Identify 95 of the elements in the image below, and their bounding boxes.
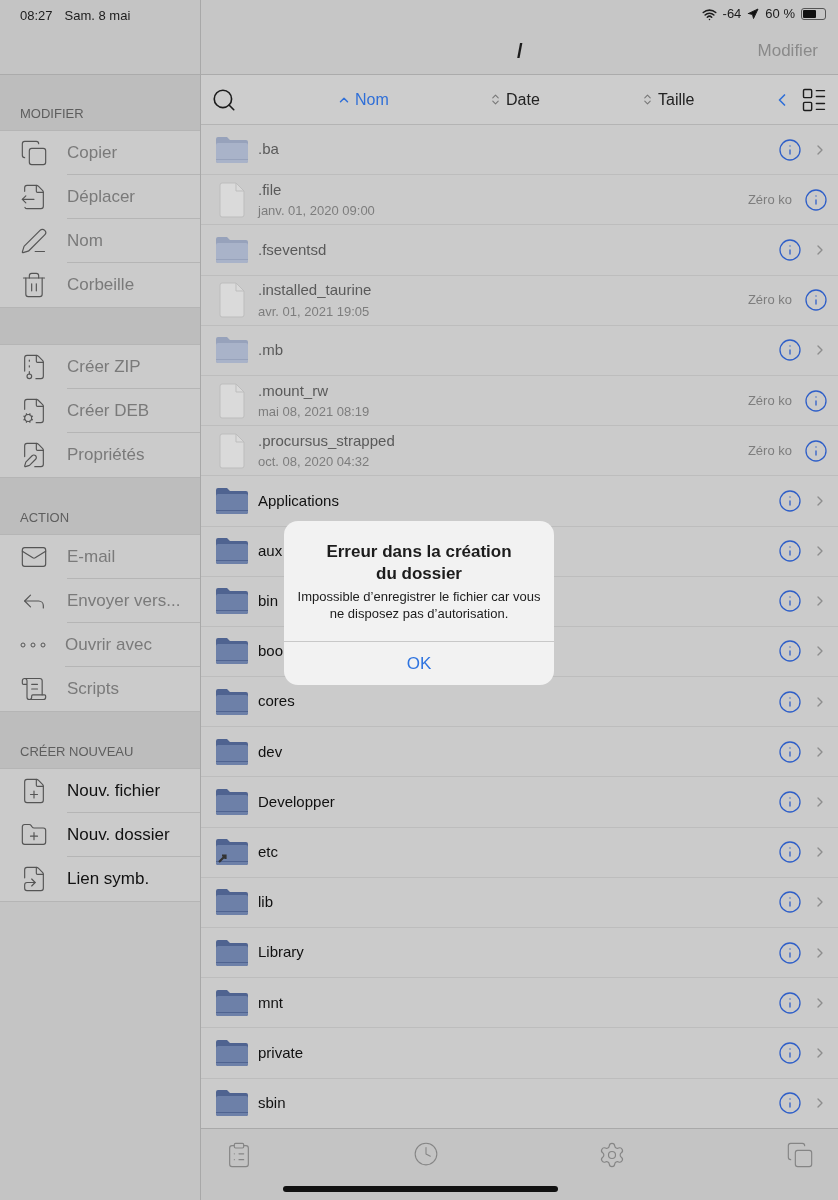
- file-name: dev: [258, 741, 283, 762]
- file-name: .mb: [258, 340, 283, 361]
- sort-tab[interactable]: Date: [489, 87, 599, 112]
- info-icon[interactable]: [778, 237, 802, 262]
- file-row[interactable]: Developper: [201, 777, 838, 828]
- info-icon[interactable]: [778, 689, 802, 714]
- pen-icon: [20, 227, 48, 255]
- file-icon: [218, 382, 246, 419]
- file-name: .fseventsd: [258, 239, 327, 260]
- info-icon[interactable]: [804, 288, 828, 313]
- file-row[interactable]: dev: [201, 727, 838, 778]
- section-header: ACTION: [20, 508, 70, 527]
- file-row[interactable]: .procursus_strapped oct. 08, 2020 04:32 Zéro ko: [201, 426, 838, 477]
- file-name: .ba: [258, 139, 279, 160]
- info-icon[interactable]: [778, 1040, 802, 1065]
- info-icon[interactable]: [778, 539, 802, 564]
- file-icon: [218, 282, 246, 319]
- section-header: MODIFIER: [20, 104, 84, 123]
- status-time: 08:27: [20, 7, 53, 25]
- copy-icon: [20, 139, 48, 167]
- battery-percent: 60 %: [765, 5, 795, 24]
- info-icon[interactable]: [778, 739, 802, 764]
- info-icon[interactable]: [804, 438, 828, 463]
- file-name: sbin: [258, 1092, 286, 1113]
- info-icon[interactable]: [778, 990, 802, 1015]
- file-date: avr. 01, 2021 19:05: [258, 302, 370, 321]
- file-size: Zéro ko: [747, 441, 792, 460]
- info-icon[interactable]: [778, 488, 802, 513]
- file-size: Zéro ko: [747, 391, 792, 410]
- scroll-icon: [20, 675, 48, 703]
- battery-icon: [801, 8, 826, 20]
- file-row[interactable]: private: [201, 1028, 838, 1079]
- file-row[interactable]: .mount_rw mai 08, 2021 08:19 Zéro ko: [201, 375, 838, 427]
- file-name: bin: [258, 591, 279, 612]
- sort-updown-icon: [641, 93, 654, 106]
- info-icon[interactable]: [778, 338, 802, 363]
- file-name: Library: [258, 942, 304, 963]
- wifi-icon: [701, 6, 717, 22]
- ok-button[interactable]: OK: [284, 641, 554, 685]
- info-icon[interactable]: [778, 840, 802, 865]
- file-name: cores: [258, 691, 295, 712]
- info-icon[interactable]: [778, 790, 802, 815]
- file-row[interactable]: mnt: [201, 978, 838, 1029]
- status-date: Sam. 8 mai: [64, 7, 131, 25]
- sort-updown-icon: [489, 93, 502, 106]
- location-arrow-icon: [747, 8, 760, 20]
- file-name: boo: [258, 641, 284, 662]
- file-name: .procursus_strapped: [258, 430, 395, 451]
- file-row[interactable]: Library: [201, 928, 838, 979]
- clock-icon[interactable]: [412, 1141, 439, 1167]
- file-name: .file: [258, 179, 282, 200]
- file-row[interactable]: .mb: [201, 325, 838, 376]
- file-name: .mount_rw: [258, 380, 329, 401]
- file-row[interactable]: .fseventsd: [201, 225, 838, 276]
- menu-item[interactable]: Nouv. dossier: [0, 813, 200, 857]
- file-date: oct. 08, 2020 04:32: [258, 453, 370, 472]
- info-icon[interactable]: [778, 639, 802, 664]
- alert-title: Erreur dans la création du dossier: [325, 541, 513, 585]
- alert-message: Impossible d’enregistrer le fichier car vous ne disposez pas d’autorisation.: [296, 588, 542, 622]
- file-size: Zéro ko: [747, 291, 792, 310]
- file-name: aux: [258, 540, 283, 561]
- file-name: .installed_taurine: [258, 280, 372, 301]
- info-icon[interactable]: [778, 589, 802, 614]
- info-icon[interactable]: [778, 890, 802, 915]
- menu-item[interactable]: Nouv. fichier: [0, 769, 200, 813]
- dots-icon: [20, 642, 46, 648]
- sort-tab[interactable]: Taille: [641, 87, 751, 112]
- file-date: janv. 01, 2020 09:00: [258, 202, 375, 221]
- file-name: etc: [258, 841, 278, 862]
- file-name: Developper: [258, 791, 335, 812]
- menu-item[interactable]: Lien symb.: [0, 857, 200, 901]
- info-icon[interactable]: [804, 187, 828, 212]
- signal-strength: -64: [722, 5, 742, 24]
- file-name: Applications: [258, 490, 339, 511]
- file-row[interactable]: .file janv. 01, 2020 09:00 Zéro ko: [201, 175, 838, 226]
- file-row[interactable]: etc: [201, 827, 838, 878]
- file-name: lib: [258, 892, 273, 913]
- file-date: mai 08, 2021 08:19: [258, 403, 370, 422]
- info-icon[interactable]: [778, 137, 802, 162]
- sort-tab[interactable]: Nom: [337, 87, 447, 112]
- info-icon[interactable]: [804, 388, 828, 413]
- windows-icon[interactable]: [785, 1141, 814, 1169]
- file-name: mnt: [258, 992, 283, 1013]
- trash-icon: [20, 271, 48, 299]
- file-icon: [218, 181, 246, 218]
- file-name: private: [258, 1042, 304, 1063]
- file-row[interactable]: .ba: [201, 125, 838, 176]
- info-icon[interactable]: [778, 940, 802, 965]
- file-size: Zéro ko: [747, 191, 792, 210]
- file-row[interactable]: .installed_taurine avr. 01, 2021 19:05 Zéro ko: [201, 275, 838, 326]
- window-title: /: [517, 39, 523, 64]
- file-icon: [218, 432, 246, 469]
- file-row[interactable]: lib: [201, 877, 838, 928]
- section-header: CRÉER NOUVEAU: [20, 742, 134, 761]
- info-icon[interactable]: [778, 1091, 802, 1116]
